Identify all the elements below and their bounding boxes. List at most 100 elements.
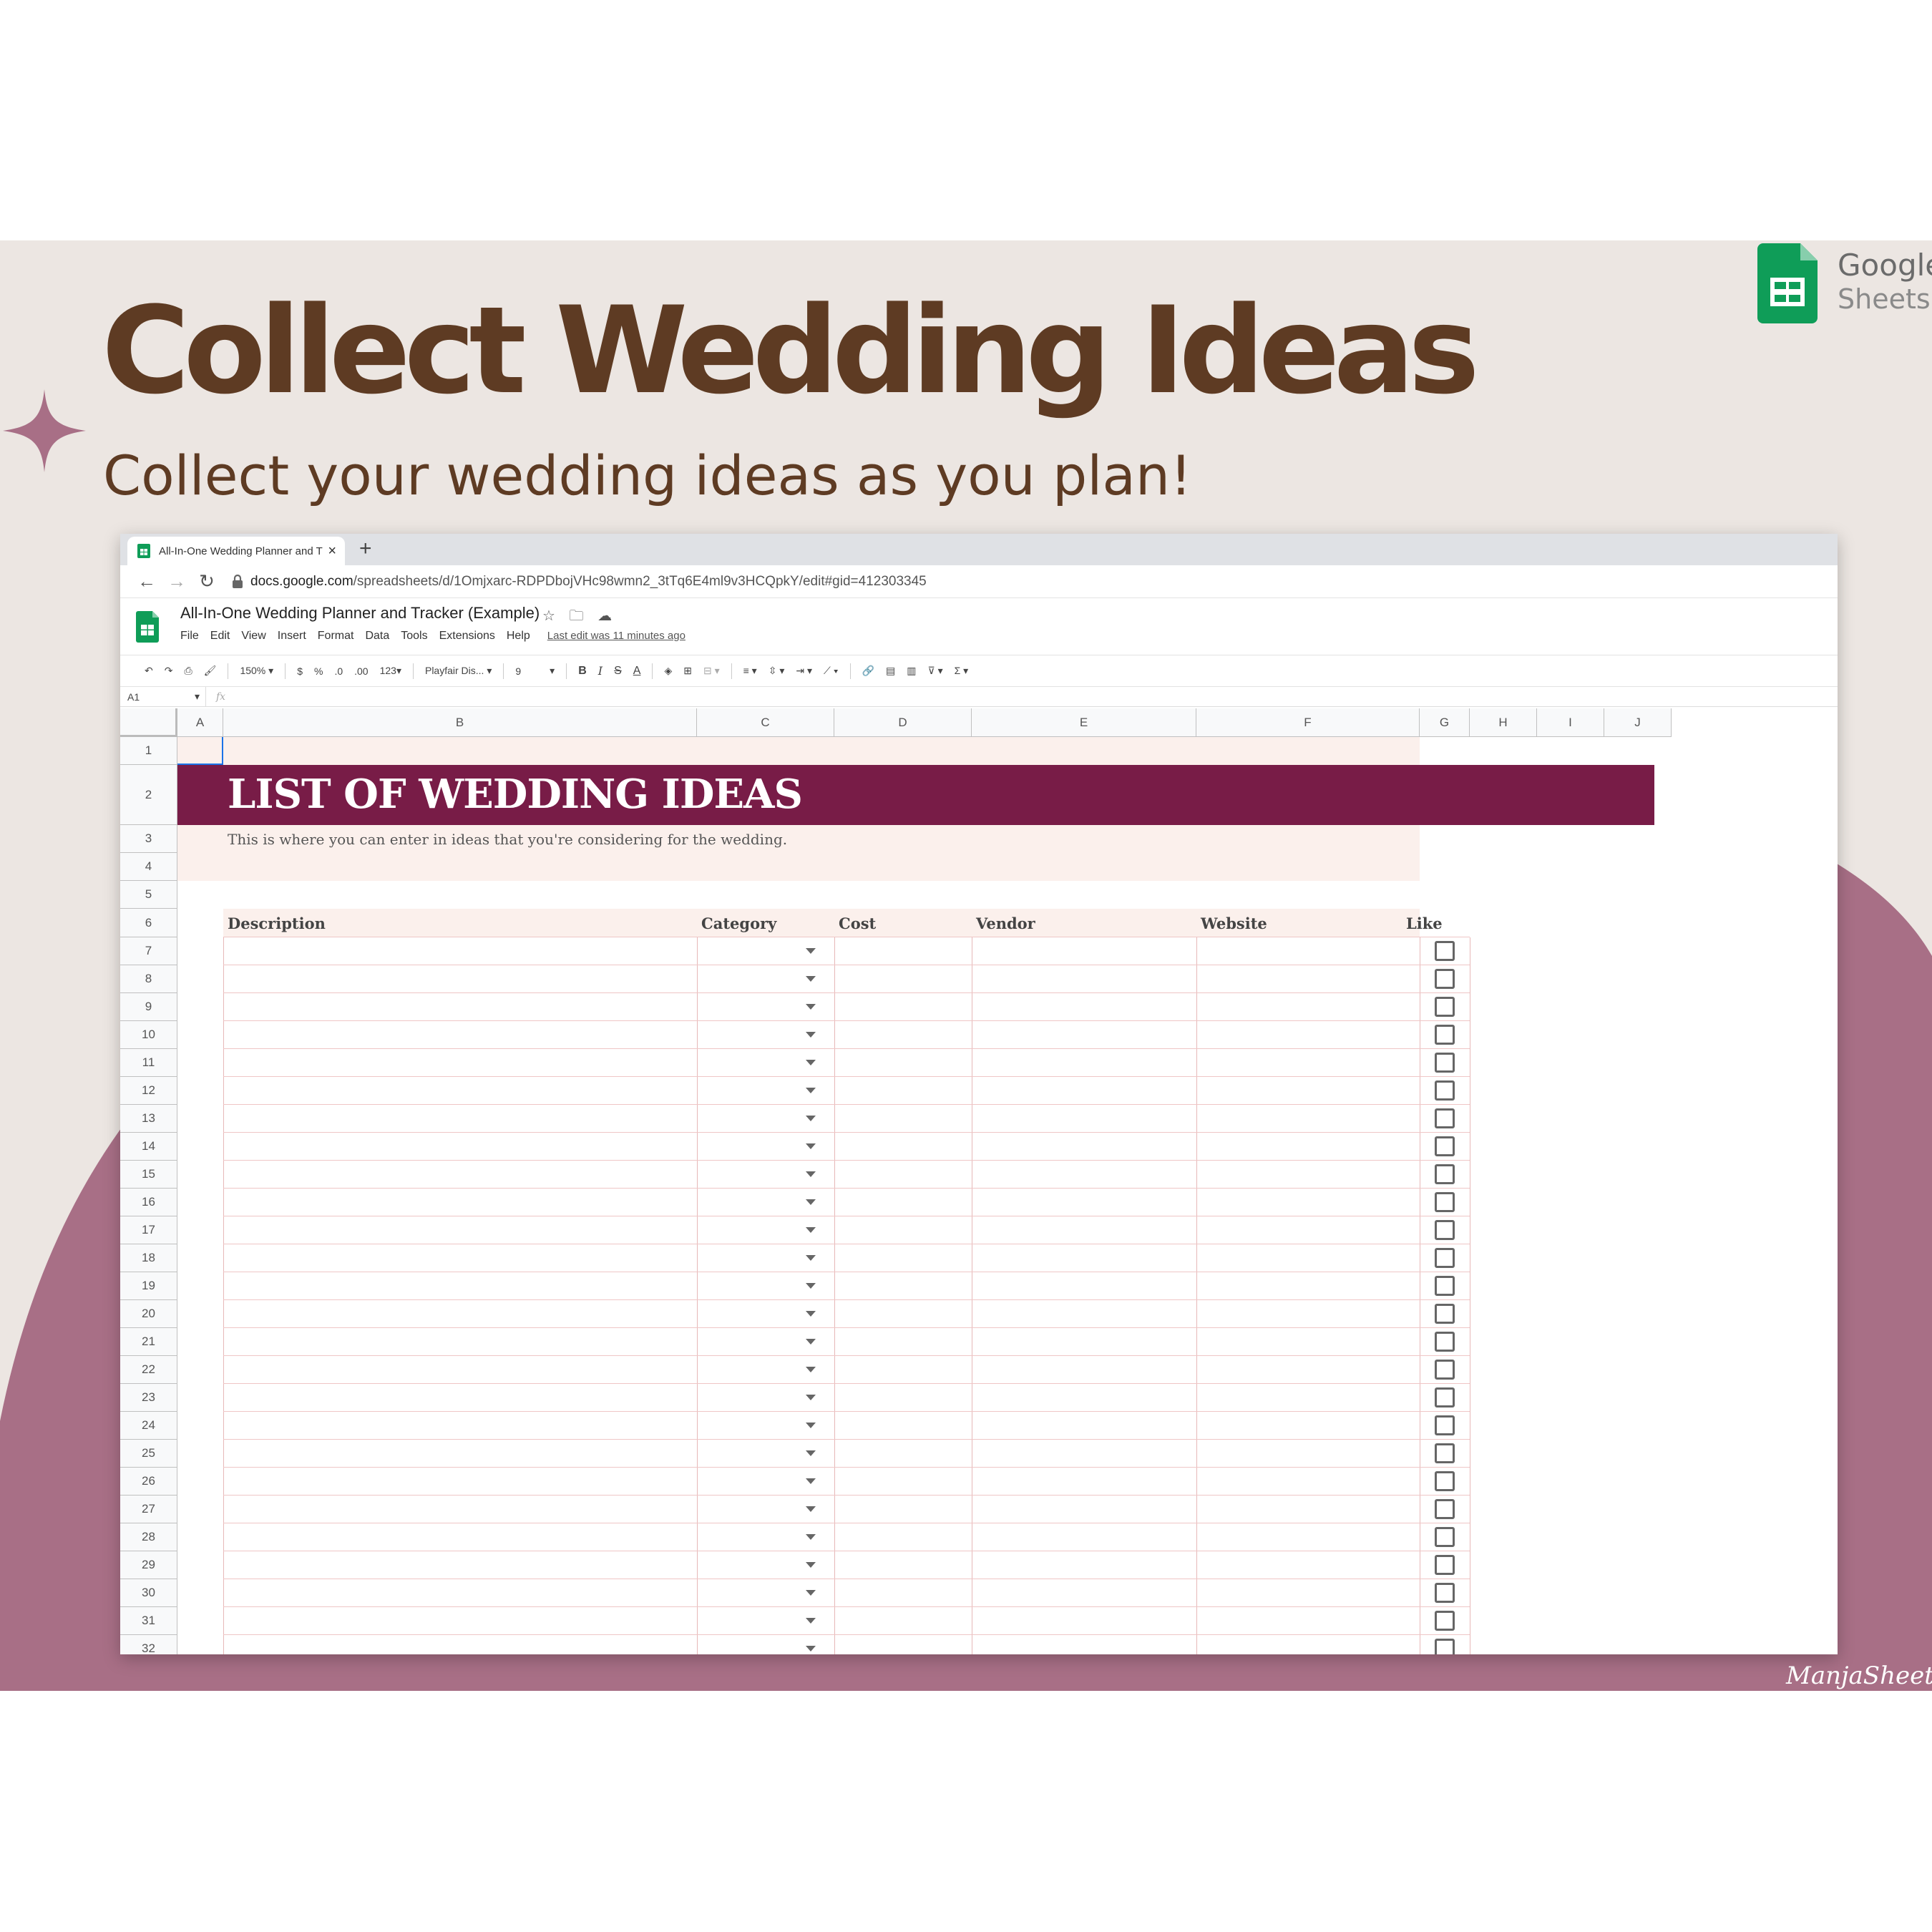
star-icon[interactable]: ☆ bbox=[542, 608, 555, 624]
like-checkbox[interactable] bbox=[1435, 969, 1455, 989]
like-checkbox[interactable] bbox=[1435, 1192, 1455, 1212]
forward-arrow-icon[interactable]: → bbox=[162, 570, 192, 592]
category-dropdown-arrow-icon[interactable] bbox=[806, 1367, 816, 1372]
font-size-chevron-icon[interactable]: ▾ bbox=[550, 665, 555, 677]
undo-icon[interactable]: ↶ bbox=[145, 665, 153, 677]
column-header-f[interactable]: F bbox=[1196, 708, 1420, 737]
like-checkbox[interactable] bbox=[1435, 1611, 1455, 1631]
redo-icon[interactable]: ↷ bbox=[165, 665, 173, 677]
like-checkbox[interactable] bbox=[1435, 1108, 1455, 1128]
format-currency-button[interactable]: $ bbox=[297, 665, 303, 677]
like-checkbox[interactable] bbox=[1435, 1415, 1455, 1435]
font-select[interactable]: Playfair Dis... ▾ bbox=[425, 665, 492, 677]
row-header-31[interactable]: 31 bbox=[120, 1607, 177, 1635]
back-arrow-icon[interactable]: ← bbox=[132, 570, 162, 592]
like-checkbox[interactable] bbox=[1435, 1499, 1455, 1519]
row-header-19[interactable]: 19 bbox=[120, 1272, 177, 1300]
font-size-select[interactable]: 9 bbox=[515, 665, 521, 677]
column-header-c[interactable]: C bbox=[697, 708, 834, 737]
column-header-e[interactable]: E bbox=[972, 708, 1196, 737]
column-header-h[interactable]: H bbox=[1470, 708, 1537, 737]
row-header-23[interactable]: 23 bbox=[120, 1384, 177, 1412]
column-header-d[interactable]: D bbox=[834, 708, 972, 737]
column-header-j[interactable]: J bbox=[1604, 708, 1672, 737]
row-header-1[interactable]: 1 bbox=[120, 737, 177, 765]
bold-button[interactable]: B bbox=[578, 665, 587, 678]
row-header-13[interactable]: 13 bbox=[120, 1105, 177, 1133]
text-wrap-icon[interactable]: ⇥ ▾ bbox=[796, 665, 812, 677]
category-dropdown-arrow-icon[interactable] bbox=[806, 1116, 816, 1121]
category-dropdown-arrow-icon[interactable] bbox=[806, 1255, 816, 1261]
menu-extensions[interactable]: Extensions bbox=[439, 630, 495, 643]
new-tab-button[interactable]: + bbox=[359, 537, 372, 561]
functions-button[interactable]: Σ ▾ bbox=[955, 665, 969, 677]
like-checkbox[interactable] bbox=[1435, 1387, 1455, 1407]
column-header-i[interactable]: I bbox=[1537, 708, 1604, 737]
zoom-select[interactable]: 150% ▾ bbox=[240, 665, 273, 677]
merge-cells-icon[interactable]: ⊟ ▾ bbox=[703, 665, 720, 677]
name-box[interactable]: A1 ▾ bbox=[120, 687, 206, 706]
like-checkbox[interactable] bbox=[1435, 1248, 1455, 1268]
category-dropdown-arrow-icon[interactable] bbox=[806, 1311, 816, 1317]
strikethrough-button[interactable]: S bbox=[614, 665, 622, 678]
print-icon[interactable]: ⎙ bbox=[184, 665, 192, 677]
like-checkbox[interactable] bbox=[1435, 1220, 1455, 1240]
row-header-24[interactable]: 24 bbox=[120, 1412, 177, 1440]
category-dropdown-arrow-icon[interactable] bbox=[806, 1562, 816, 1568]
category-dropdown-arrow-icon[interactable] bbox=[806, 1506, 816, 1512]
row-header-29[interactable]: 29 bbox=[120, 1551, 177, 1579]
text-color-button[interactable]: A bbox=[633, 665, 641, 678]
category-dropdown-arrow-icon[interactable] bbox=[806, 948, 816, 954]
category-dropdown-arrow-icon[interactable] bbox=[806, 1283, 816, 1289]
like-checkbox[interactable] bbox=[1435, 1360, 1455, 1380]
like-checkbox[interactable] bbox=[1435, 1136, 1455, 1156]
row-header-2[interactable]: 2 bbox=[120, 765, 177, 825]
format-percent-button[interactable]: % bbox=[314, 665, 323, 677]
cell-a1-selection[interactable] bbox=[177, 737, 223, 765]
like-checkbox[interactable] bbox=[1435, 1332, 1455, 1352]
category-dropdown-arrow-icon[interactable] bbox=[806, 1060, 816, 1065]
increase-decimal-button[interactable]: .00 bbox=[354, 665, 368, 677]
menu-help[interactable]: Help bbox=[507, 630, 530, 643]
menu-edit[interactable]: Edit bbox=[210, 630, 230, 643]
category-dropdown-arrow-icon[interactable] bbox=[806, 1423, 816, 1428]
like-checkbox[interactable] bbox=[1435, 1304, 1455, 1324]
row-header-21[interactable]: 21 bbox=[120, 1328, 177, 1356]
row-header-22[interactable]: 22 bbox=[120, 1356, 177, 1384]
row-header-27[interactable]: 27 bbox=[120, 1496, 177, 1523]
category-dropdown-arrow-icon[interactable] bbox=[806, 1171, 816, 1177]
row-header-25[interactable]: 25 bbox=[120, 1440, 177, 1468]
menu-file[interactable]: File bbox=[180, 630, 199, 643]
row-header-28[interactable]: 28 bbox=[120, 1523, 177, 1551]
like-checkbox[interactable] bbox=[1435, 1080, 1455, 1101]
category-dropdown-arrow-icon[interactable] bbox=[806, 1395, 816, 1400]
column-header-b[interactable]: B bbox=[223, 708, 697, 737]
row-header-20[interactable]: 20 bbox=[120, 1300, 177, 1328]
category-dropdown-arrow-icon[interactable] bbox=[806, 1032, 816, 1038]
row-header-5[interactable]: 5 bbox=[120, 881, 177, 909]
row-header-32[interactable]: 32 bbox=[120, 1635, 177, 1654]
like-checkbox[interactable] bbox=[1435, 1639, 1455, 1654]
like-checkbox[interactable] bbox=[1435, 1443, 1455, 1463]
like-checkbox[interactable] bbox=[1435, 1583, 1455, 1603]
category-dropdown-arrow-icon[interactable] bbox=[806, 1618, 816, 1624]
category-dropdown-arrow-icon[interactable] bbox=[806, 976, 816, 982]
reload-icon[interactable]: ↻ bbox=[192, 570, 222, 592]
like-checkbox[interactable] bbox=[1435, 1471, 1455, 1491]
menu-insert[interactable]: Insert bbox=[278, 630, 306, 643]
row-header-12[interactable]: 12 bbox=[120, 1077, 177, 1105]
category-dropdown-arrow-icon[interactable] bbox=[806, 1646, 816, 1652]
category-dropdown-arrow-icon[interactable] bbox=[806, 1478, 816, 1484]
insert-link-icon[interactable]: 🔗 bbox=[862, 665, 874, 677]
category-dropdown-arrow-icon[interactable] bbox=[806, 1004, 816, 1010]
category-dropdown-arrow-icon[interactable] bbox=[806, 1143, 816, 1149]
row-header-8[interactable]: 8 bbox=[120, 965, 177, 993]
category-dropdown-arrow-icon[interactable] bbox=[806, 1199, 816, 1205]
row-header-11[interactable]: 11 bbox=[120, 1049, 177, 1077]
last-edit-link[interactable]: Last edit was 11 minutes ago bbox=[547, 630, 686, 643]
fill-color-icon[interactable]: ◈ bbox=[664, 665, 672, 677]
text-rotation-icon[interactable]: ⟋ ▾ bbox=[824, 665, 839, 677]
row-header-15[interactable]: 15 bbox=[120, 1161, 177, 1189]
like-checkbox[interactable] bbox=[1435, 1276, 1455, 1296]
horizontal-align-icon[interactable]: ≡ ▾ bbox=[743, 665, 757, 677]
